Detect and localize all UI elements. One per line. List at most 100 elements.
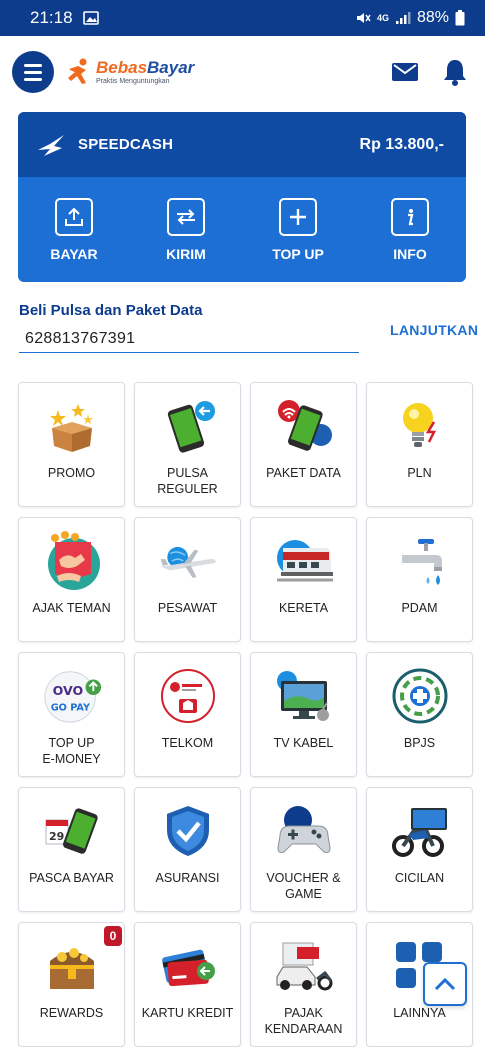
airplane-icon — [157, 530, 219, 592]
menu-tile-label: KARTU KREDIT — [141, 1006, 234, 1020]
hamburger-menu-button[interactable] — [12, 51, 54, 93]
menu-tile-bpjs[interactable]: BPJS — [366, 652, 473, 777]
shield-check-icon — [157, 800, 219, 862]
menu-tile-label: AJAK TEMAN — [32, 601, 111, 615]
status-right: 4G 88% — [355, 9, 465, 27]
menu-tile-label: PAKET DATA — [266, 466, 341, 480]
menu-tile-label: PLN — [407, 466, 432, 480]
header-icons — [391, 57, 473, 87]
menu-tile-pln[interactable]: PLN — [366, 382, 473, 507]
info-label: INFO — [393, 245, 427, 262]
logo-tagline: Praktis Menguntungkan — [96, 78, 170, 85]
menu-line — [24, 77, 42, 81]
phone-calendar-icon: 29 — [41, 800, 103, 862]
menu-tile-label: TELKOM — [161, 736, 214, 750]
menu-line — [24, 70, 42, 74]
logo-name-a: Bebas — [96, 58, 148, 77]
kirim-label: KIRIM — [166, 245, 206, 262]
menu-tile-pasca-bayar[interactable]: 29 PASCA BAYAR — [18, 787, 125, 912]
menu-tile-telkom[interactable]: TELKOM — [134, 652, 241, 777]
speedcash-card: SPEEDCASH Rp 13.800,- BAYAR KIRIM TOP UP — [18, 112, 466, 282]
menu-tile-rewards[interactable]: 0 REWARDS — [18, 922, 125, 1047]
menu-tile-label: TV KABEL — [273, 736, 334, 750]
menu-tile-label: PASCA BAYAR — [29, 871, 114, 885]
lanjutkan-button[interactable]: LANJUTKAN — [390, 322, 478, 338]
motorcycle-icon — [389, 800, 451, 862]
menu-tile-label: REWARDS — [39, 1006, 104, 1020]
chevron-up-icon — [434, 977, 456, 991]
menu-tile-label: PROMO — [47, 466, 96, 480]
phone-number-input[interactable] — [19, 325, 359, 353]
mail-icon[interactable] — [391, 61, 419, 83]
menu-tile-label: PESAWAT — [157, 601, 218, 615]
water-tap-icon — [389, 530, 451, 592]
status-bar: 21:18 4G 88% — [0, 0, 485, 36]
service-grid: PROMO PULSA REGULER PAKET DATA PLN AJAK … — [18, 382, 473, 1047]
rewards-badge: 0 — [104, 926, 122, 946]
topup-button[interactable]: TOP UP — [242, 177, 354, 282]
bebasbayar-logo: BebasBayar Praktis Menguntungkan — [66, 57, 194, 87]
speedcash-actions: BAYAR KIRIM TOP UP INFO — [18, 177, 466, 282]
image-notification-icon — [82, 11, 99, 25]
notification-bell-icon[interactable] — [441, 57, 469, 87]
menu-tile-pajak-kendaraan[interactable]: PAJAK KENDARAAN — [250, 922, 357, 1047]
speedcash-logo-icon — [38, 134, 64, 156]
credit-card-icon — [157, 935, 219, 997]
kirim-button[interactable]: KIRIM — [130, 177, 242, 282]
menu-tile-label: PDAM — [401, 601, 438, 615]
menu-tile-asuransi[interactable]: ASURANSI — [134, 787, 241, 912]
bayar-button[interactable]: BAYAR — [18, 177, 130, 282]
topup-label: TOP UP — [272, 245, 324, 262]
menu-tile-label: VOUCHER & GAME — [266, 871, 341, 901]
menu-tile-label: PAJAK KENDARAAN — [264, 1006, 343, 1036]
scroll-to-top-button[interactable] — [423, 962, 467, 1006]
menu-tile-pulsa-reguler[interactable]: PULSA REGULER — [134, 382, 241, 507]
menu-tile-ajak-teman[interactable]: AJAK TEMAN — [18, 517, 125, 642]
svg-text:29: 29 — [49, 830, 64, 843]
lightbulb-icon — [389, 395, 451, 457]
app-header: BebasBayar Praktis Menguntungkan — [0, 36, 485, 108]
menu-tile-label: TOP UP E-MONEY — [42, 736, 101, 766]
transfer-icon — [167, 197, 205, 236]
bpjs-icon — [389, 665, 451, 727]
svg-text:OVO: OVO — [52, 683, 83, 698]
svg-text:GO PAY: GO PAY — [50, 703, 90, 714]
telkom-icon — [157, 665, 219, 727]
menu-tile-tv-kabel[interactable]: TV KABEL — [250, 652, 357, 777]
logo-text: BebasBayar Praktis Menguntungkan — [96, 59, 194, 85]
pulsa-section-title: Beli Pulsa dan Paket Data — [19, 302, 203, 319]
menu-tile-kartu-kredit[interactable]: KARTU KREDIT — [134, 922, 241, 1047]
menu-line — [24, 63, 42, 67]
treasure-chest-icon — [41, 935, 103, 997]
signal-icon — [395, 12, 411, 24]
menu-tile-voucher-game[interactable]: VOUCHER & GAME — [250, 787, 357, 912]
tv-icon — [273, 665, 335, 727]
plus-icon — [279, 197, 317, 236]
menu-tile-promo[interactable]: PROMO — [18, 382, 125, 507]
runner-logo-icon — [68, 58, 87, 84]
logo-name-b: Bayar — [147, 58, 195, 77]
menu-tile-pdam[interactable]: PDAM — [366, 517, 473, 642]
speedcash-header: SPEEDCASH Rp 13.800,- — [18, 112, 466, 177]
menu-tile-pesawat[interactable]: PESAWAT — [134, 517, 241, 642]
upload-icon — [55, 197, 93, 236]
train-icon — [273, 530, 335, 592]
speedcash-balance: Rp 13.800,- — [359, 135, 444, 153]
menu-tile-label: KERETA — [278, 601, 329, 615]
speedcash-label: SPEEDCASH — [78, 136, 174, 153]
battery-icon — [455, 10, 465, 26]
ovo-gopay-icon: OVO GO PAY — [41, 665, 103, 727]
menu-tile-label: CICILAN — [394, 871, 445, 885]
menu-tile-topup-emoney[interactable]: OVO GO PAY TOP UP E-MONEY — [18, 652, 125, 777]
invite-friend-icon — [41, 530, 103, 592]
bayar-label: BAYAR — [50, 245, 98, 262]
network-type: 4G — [376, 13, 389, 23]
menu-tile-kereta[interactable]: KERETA — [250, 517, 357, 642]
info-icon — [391, 197, 429, 236]
menu-tile-cicilan[interactable]: CICILAN — [366, 787, 473, 912]
gift-box-icon — [41, 395, 103, 457]
menu-tile-label: LAINNYA — [393, 1006, 446, 1020]
info-button[interactable]: INFO — [354, 177, 466, 282]
logo-name: BebasBayar — [96, 59, 194, 76]
menu-tile-paket-data[interactable]: PAKET DATA — [250, 382, 357, 507]
